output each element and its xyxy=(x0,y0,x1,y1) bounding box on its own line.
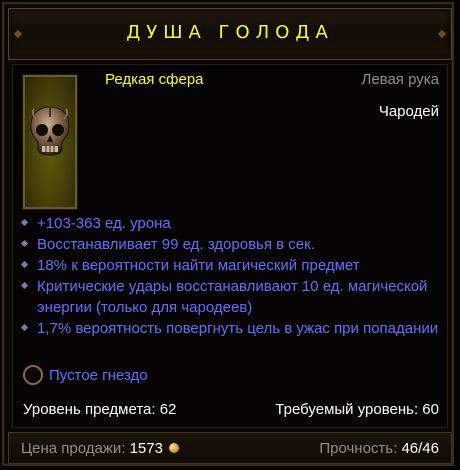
sell-price-label: Цена продажи: xyxy=(21,440,126,457)
durability-label: Прочность: xyxy=(319,440,398,457)
item-tooltip: ДУША ГОЛОДА Редкая сфера Левая рука Чаро… xyxy=(2,2,454,466)
affix-item: Восстанавливает 99 ед. здоровья в сек. xyxy=(19,234,439,255)
tooltip-header: ДУША ГОЛОДА xyxy=(8,8,452,60)
item-portrait xyxy=(23,75,77,209)
diamond-bullet-icon xyxy=(20,218,29,227)
item-class-restriction: Чародей xyxy=(378,103,439,120)
socket-ring-icon xyxy=(23,364,43,385)
required-level: Требуемый уровень: 60 xyxy=(275,401,439,418)
item-title: ДУША ГОЛОДА xyxy=(126,22,334,43)
skull-orb-icon xyxy=(30,106,70,156)
diamond-bullet-icon xyxy=(20,239,29,248)
sell-price-value: 1573 xyxy=(129,440,163,457)
affix-item: +103-363 ед. урона xyxy=(19,213,439,234)
durability-value: 46/46 xyxy=(401,440,439,457)
durability: Прочность: 46/46 xyxy=(319,440,439,457)
affix-item: 1,7% вероятность повергнуть цель в ужас … xyxy=(19,318,439,339)
tooltip-footer: Цена продажи: 1573 Прочность: 46/46 xyxy=(8,432,452,464)
affix-list: +103-363 ед. урона Восстанавливает 99 ед… xyxy=(19,213,439,339)
empty-socket: Пустое гнездо xyxy=(23,364,148,385)
gold-coin-icon xyxy=(168,443,179,454)
diamond-bullet-icon xyxy=(20,323,29,332)
diamond-bullet-icon xyxy=(20,281,29,290)
item-level: Уровень предмета: 62 xyxy=(23,401,177,418)
affix-item: 18% к вероятности найти магический предм… xyxy=(19,255,439,276)
diamond-bullet-icon xyxy=(20,260,29,269)
item-name: Редкая сфера xyxy=(105,71,204,88)
affix-item: Критические удары восстанавливают 10 ед.… xyxy=(19,276,439,318)
sell-price: Цена продажи: 1573 xyxy=(21,440,179,457)
item-slot: Левая рука xyxy=(361,71,439,88)
socket-label: Пустое гнездо xyxy=(49,367,148,384)
tooltip-body: Редкая сфера Левая рука Чародей +103-363… xyxy=(12,64,448,428)
